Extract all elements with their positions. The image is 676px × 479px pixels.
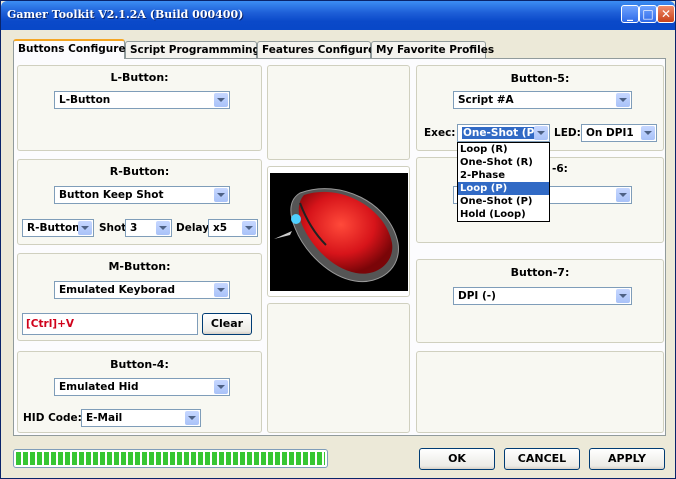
chevron-down-icon[interactable] <box>641 126 655 140</box>
button7-title: Button-7: <box>510 266 570 279</box>
chevron-down-icon[interactable] <box>214 283 228 297</box>
exec-option[interactable]: Loop (R) <box>458 143 549 156</box>
exec-option[interactable]: 2-Phase <box>458 169 549 182</box>
chevron-down-icon[interactable] <box>616 188 630 202</box>
exec-label: Exec: <box>424 127 456 139</box>
exec-option[interactable]: One-Shot (R) <box>458 156 549 169</box>
minimize-icon: _ <box>627 7 633 21</box>
progress-fill <box>16 452 325 465</box>
button4-title: Button-4: <box>110 358 169 371</box>
gaming-mouse-icon <box>274 188 399 283</box>
chevron-down-icon[interactable] <box>616 289 630 303</box>
exec-options-list[interactable]: Loop (R) One-Shot (R) 2-Phase Loop (P) O… <box>457 142 550 222</box>
led-label: LED: <box>554 127 581 139</box>
right-bottom-panel <box>416 351 664 433</box>
exec-option[interactable]: One-Shot (P) <box>458 195 549 208</box>
button7-select[interactable]: DPI (-) <box>453 287 632 305</box>
exec-option[interactable]: Hold (Loop) <box>458 208 549 221</box>
close-button[interactable]: ✕ <box>657 5 675 23</box>
center-bottom-panel <box>267 303 410 433</box>
center-top-panel <box>267 65 410 160</box>
hid-code-select[interactable]: E-Mail <box>81 409 201 427</box>
button5-value: Script #A <box>458 94 514 106</box>
button6-title: -6: <box>552 163 568 175</box>
hid-code-label: HID Code: <box>23 412 82 424</box>
tab-script-programming[interactable]: Script Programmming <box>125 41 260 58</box>
chevron-down-icon[interactable] <box>534 126 548 140</box>
led-value: On DPI1 <box>586 127 634 139</box>
shot-value: 3 <box>130 222 138 234</box>
tab-features-configure[interactable]: Features Configure <box>257 41 375 58</box>
chevron-down-icon[interactable] <box>616 93 630 107</box>
r-button-value: Button Keep Shot <box>59 189 164 201</box>
exec-value: One-Shot (P) <box>462 127 541 139</box>
delay-value: x5 <box>213 222 228 234</box>
mouse-image <box>270 173 408 291</box>
button4-value: Emulated Hid <box>59 381 139 393</box>
m-button-title: M-Button: <box>108 260 171 273</box>
cancel-button[interactable]: CANCEL <box>504 448 580 470</box>
button7-value: DPI (-) <box>458 290 496 302</box>
exec-select[interactable]: One-Shot (P) <box>457 124 550 142</box>
r-button-key-select[interactable]: R-Button <box>22 219 94 237</box>
minimize-button[interactable]: _ <box>621 5 639 23</box>
chevron-down-icon[interactable] <box>214 93 228 107</box>
tab-buttons-configure[interactable]: Buttons Configure <box>13 39 126 59</box>
m-button-value: Emulated Keyborad <box>59 284 176 296</box>
close-icon: ✕ <box>660 7 672 21</box>
hid-code-value: E-Mail <box>86 412 123 424</box>
r-button-title: R-Button: <box>109 165 170 178</box>
button5-select[interactable]: Script #A <box>453 91 632 109</box>
title-bar[interactable]: Gamer Toolkit V2.1.2A (Build 000400) _ □… <box>1 1 675 30</box>
maximize-button[interactable]: □ <box>639 5 657 23</box>
main-window: Gamer Toolkit V2.1.2A (Build 000400) _ □… <box>0 0 676 479</box>
chevron-down-icon[interactable] <box>185 411 199 425</box>
apply-button[interactable]: APPLY <box>589 448 665 470</box>
l-button-select[interactable]: L-Button <box>54 91 230 109</box>
button5-title: Button-5: <box>510 72 570 85</box>
key-combo-field[interactable]: [Ctrl]+V <box>22 313 198 335</box>
delay-select[interactable]: x5 <box>208 219 258 237</box>
tab-my-favorite-profiles[interactable]: My Favorite Profiles <box>371 41 494 58</box>
r-button-key-value: R-Button <box>27 222 80 234</box>
shot-label: Shot <box>99 222 127 234</box>
m-button-select[interactable]: Emulated Keyborad <box>54 281 230 299</box>
l-button-title: L-Button: <box>110 71 169 84</box>
chevron-down-icon[interactable] <box>156 221 170 235</box>
ok-button[interactable]: OK <box>419 448 495 470</box>
chevron-down-icon[interactable] <box>78 221 92 235</box>
chevron-down-icon[interactable] <box>214 188 228 202</box>
shot-select[interactable]: 3 <box>125 219 172 237</box>
delay-label: Delay <box>176 222 210 234</box>
window-title: Gamer Toolkit V2.1.2A (Build 000400) <box>7 8 244 21</box>
chevron-down-icon[interactable] <box>214 380 228 394</box>
progress-bar <box>13 449 328 468</box>
maximize-icon: □ <box>642 7 654 21</box>
chevron-down-icon[interactable] <box>242 221 256 235</box>
button4-select[interactable]: Emulated Hid <box>54 378 230 396</box>
l-button-value: L-Button <box>59 94 111 106</box>
r-button-select[interactable]: Button Keep Shot <box>54 186 230 204</box>
led-select[interactable]: On DPI1 <box>581 124 657 142</box>
exec-option-highlighted[interactable]: Loop (P) <box>458 182 549 195</box>
clear-button[interactable]: Clear <box>202 313 252 335</box>
